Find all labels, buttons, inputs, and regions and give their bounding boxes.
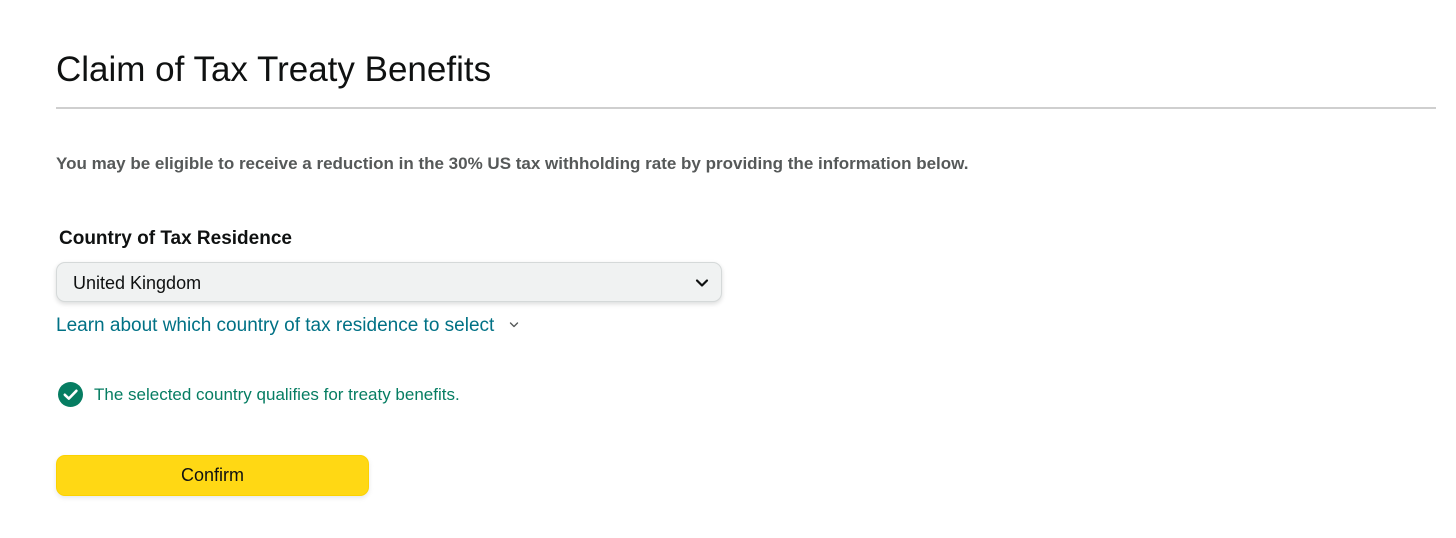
learn-country-link[interactable]: Learn about which country of tax residen…: [56, 313, 520, 339]
eligibility-status: The selected country qualifies for treat…: [58, 382, 460, 407]
eligibility-status-text: The selected country qualifies for treat…: [94, 384, 460, 404]
confirm-button[interactable]: Confirm: [56, 455, 369, 496]
chevron-down-icon: [695, 279, 709, 287]
country-select-value: United Kingdom: [73, 273, 202, 293]
chevron-down-icon: [510, 322, 519, 328]
country-field-label: Country of Tax Residence: [59, 228, 292, 249]
title-divider: [56, 107, 1436, 109]
page-title: Claim of Tax Treaty Benefits: [56, 50, 492, 89]
intro-text: You may be eligible to receive a reducti…: [56, 154, 969, 173]
tax-treaty-page: Claim of Tax Treaty Benefits You may be …: [0, 0, 1456, 538]
check-circle-icon: [58, 382, 83, 407]
country-select[interactable]: United Kingdom: [56, 262, 722, 302]
learn-country-link-text: Learn about which country of tax residen…: [56, 315, 495, 336]
